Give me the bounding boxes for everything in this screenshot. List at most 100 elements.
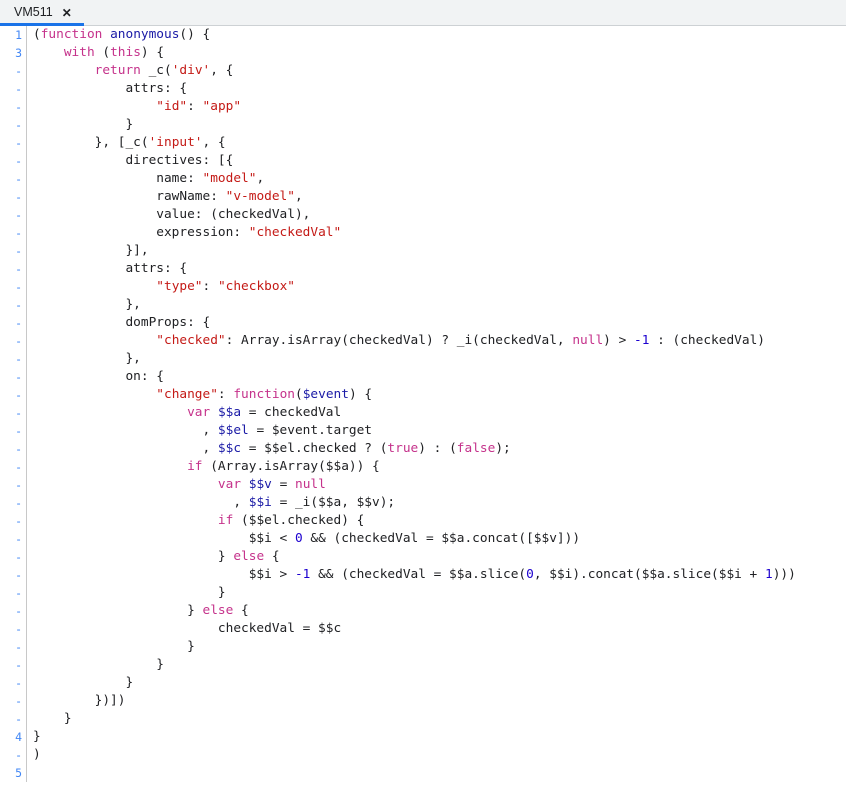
code-line-content[interactable]: }, [_c('input', { [27,134,846,152]
code-line[interactable]: - "type": "checkbox" [0,278,846,296]
code-line[interactable]: 1 (function anonymous() { [0,26,846,44]
code-line[interactable]: -) [0,746,846,764]
code-line[interactable]: - }], [0,242,846,260]
line-number[interactable]: 1 [0,26,27,44]
code-line[interactable]: - , $$c = $$el.checked ? (true) : (false… [0,440,846,458]
code-line[interactable]: - } [0,638,846,656]
code-line[interactable]: - })]) [0,692,846,710]
code-line[interactable]: - directives: [{ [0,152,846,170]
code-line[interactable]: - , $$i = _i($$a, $$v); [0,494,846,512]
line-number[interactable]: - [0,530,27,548]
line-number[interactable]: - [0,566,27,584]
line-number[interactable]: - [0,314,27,332]
code-line[interactable]: - }, [_c('input', { [0,134,846,152]
code-line-content[interactable]: value: (checkedVal), [27,206,846,224]
code-line[interactable]: - if (Array.isArray($$a)) { [0,458,846,476]
line-number[interactable]: - [0,332,27,350]
code-line-content[interactable]: (function anonymous() { [27,26,846,44]
code-line[interactable]: 4} [0,728,846,746]
source-code-editor[interactable]: 1 (function anonymous() {3 with (this) {-… [0,26,846,797]
code-line-content[interactable]: on: { [27,368,846,386]
code-line-content[interactable] [27,764,846,782]
code-line[interactable]: - "change": function($event) { [0,386,846,404]
code-line-content[interactable]: } [27,656,846,674]
code-line[interactable]: - attrs: { [0,80,846,98]
code-line-content[interactable]: } [27,674,846,692]
line-number[interactable]: - [0,404,27,422]
line-number[interactable]: - [0,656,27,674]
line-number[interactable]: - [0,278,27,296]
code-line[interactable]: - checkedVal = $$c [0,620,846,638]
line-number[interactable]: - [0,170,27,188]
code-line-content[interactable]: })]) [27,692,846,710]
code-line[interactable]: - }, [0,350,846,368]
line-number[interactable]: - [0,116,27,134]
code-line[interactable]: - var $$v = null [0,476,846,494]
code-line-content[interactable]: } [27,116,846,134]
line-number[interactable]: - [0,494,27,512]
line-number[interactable]: - [0,746,27,764]
code-line[interactable]: - expression: "checkedVal" [0,224,846,242]
code-line[interactable]: - on: { [0,368,846,386]
code-line[interactable]: - attrs: { [0,260,846,278]
code-line[interactable]: - $$i < 0 && (checkedVal = $$a.concat([$… [0,530,846,548]
code-line[interactable]: - rawName: "v-model", [0,188,846,206]
code-line-content[interactable]: }, [27,350,846,368]
code-line-content[interactable]: attrs: { [27,260,846,278]
code-line[interactable]: - name: "model", [0,170,846,188]
line-number[interactable]: - [0,476,27,494]
line-number[interactable]: - [0,80,27,98]
code-line-content[interactable]: , $$el = $event.target [27,422,846,440]
line-number[interactable]: - [0,584,27,602]
code-line-content[interactable]: $$i < 0 && (checkedVal = $$a.concat([$$v… [27,530,846,548]
code-line-content[interactable]: }, [27,296,846,314]
line-number[interactable]: - [0,710,27,728]
line-number[interactable]: - [0,602,27,620]
code-line[interactable]: - , $$el = $event.target [0,422,846,440]
code-line[interactable]: - } [0,710,846,728]
code-line[interactable]: - value: (checkedVal), [0,206,846,224]
line-number[interactable]: - [0,296,27,314]
line-number[interactable]: - [0,440,27,458]
code-line[interactable]: - var $$a = checkedVal [0,404,846,422]
code-line-content[interactable]: return _c('div', { [27,62,846,80]
line-number[interactable]: - [0,458,27,476]
code-line-content[interactable]: $$i > -1 && (checkedVal = $$a.slice(0, $… [27,566,846,584]
code-line[interactable]: 3 with (this) { [0,44,846,62]
code-line[interactable]: - } else { [0,602,846,620]
code-line-content[interactable]: expression: "checkedVal" [27,224,846,242]
code-line-content[interactable]: }], [27,242,846,260]
code-line[interactable]: - domProps: { [0,314,846,332]
code-line-content[interactable]: } [27,638,846,656]
code-line-content[interactable]: , $$i = _i($$a, $$v); [27,494,846,512]
code-line-content[interactable]: if (Array.isArray($$a)) { [27,458,846,476]
code-line-content[interactable]: } [27,710,846,728]
code-line-content[interactable]: "change": function($event) { [27,386,846,404]
line-number[interactable]: - [0,98,27,116]
code-line-content[interactable]: with (this) { [27,44,846,62]
code-line-content[interactable]: "type": "checkbox" [27,278,846,296]
code-line[interactable]: - } [0,116,846,134]
code-line-content[interactable]: ) [27,746,846,764]
close-icon[interactable]: ✕ [60,6,74,20]
code-line-content[interactable]: domProps: { [27,314,846,332]
line-number[interactable]: - [0,422,27,440]
line-number[interactable]: - [0,62,27,80]
line-number[interactable]: - [0,152,27,170]
line-number[interactable]: 5 [0,764,27,782]
code-line-content[interactable]: if ($$el.checked) { [27,512,846,530]
code-line-content[interactable]: } [27,584,846,602]
line-number[interactable]: - [0,206,27,224]
code-line[interactable]: - } [0,674,846,692]
code-line-content[interactable]: var $$v = null [27,476,846,494]
code-line[interactable]: - if ($$el.checked) { [0,512,846,530]
line-number[interactable]: - [0,386,27,404]
tab-vm511[interactable]: VM511 ✕ [0,0,84,26]
line-number[interactable]: - [0,350,27,368]
code-line-content[interactable]: rawName: "v-model", [27,188,846,206]
code-line-content[interactable]: } else { [27,548,846,566]
code-line[interactable]: - } [0,584,846,602]
line-number[interactable]: 3 [0,44,27,62]
code-line[interactable]: - "checked": Array.isArray(checkedVal) ?… [0,332,846,350]
code-line-content[interactable]: "id": "app" [27,98,846,116]
